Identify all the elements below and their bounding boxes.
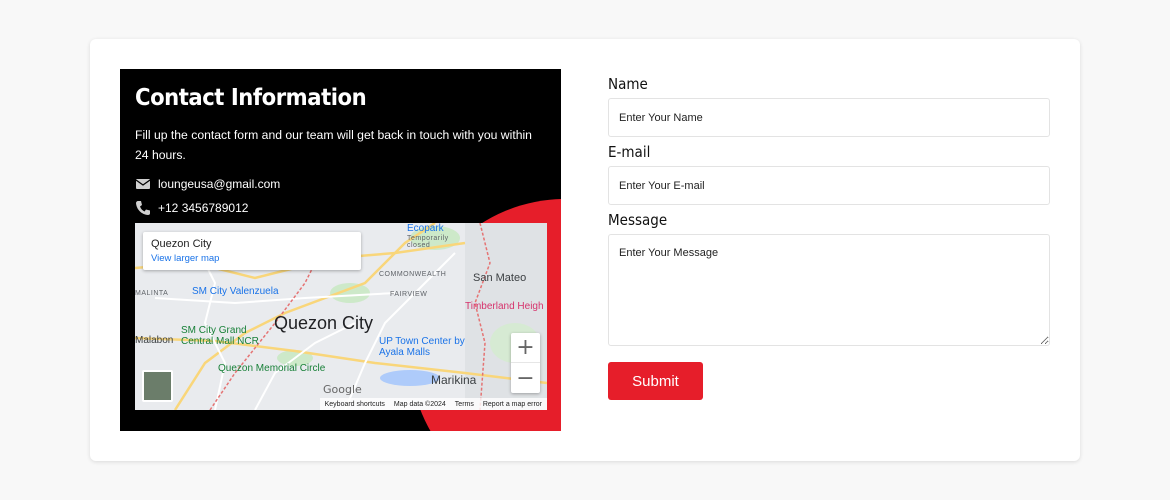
email-label: E-mail — [608, 143, 651, 161]
report-map-error-link[interactable]: Report a map error — [483, 401, 542, 408]
map-label-fairview: FAIRVIEW — [390, 291, 428, 298]
map-label-quezon-city: Quezon City — [274, 313, 374, 333]
map-attribution-bar: Keyboard shortcuts Map data ©2024 Terms … — [319, 398, 547, 410]
keyboard-shortcuts-link[interactable]: Keyboard shortcuts — [325, 401, 385, 408]
contact-form: Name E-mail Message Submit — [608, 75, 1050, 400]
map-label-ecopark-status: Temporarily closed — [407, 235, 449, 249]
contact-info-description: Fill up the contact form and our team wi… — [135, 128, 532, 162]
map-label-marikina: Marikina — [431, 373, 477, 387]
map-label-ecopark: Ecopark — [407, 223, 444, 234]
name-label: Name — [608, 75, 648, 93]
map-label-commonwealth: COMMONWEALTH — [379, 271, 447, 278]
email-row[interactable]: loungeusa@gmail.com — [135, 176, 280, 192]
contact-phone: +12 3456789012 — [158, 201, 249, 215]
map-label-quezon-memorial: Quezon Memorial Circle — [218, 363, 326, 374]
google-logo: Google — [323, 383, 362, 396]
map-place-card: Quezon City View larger map — [143, 232, 361, 270]
map-label-malabon: Malabon — [135, 335, 174, 346]
phone-row[interactable]: +12 3456789012 — [135, 200, 248, 216]
map-label-timberland: Timberland Heigh — [465, 301, 544, 312]
map-label-malinta: MALINTA — [135, 290, 169, 297]
message-label: Message — [608, 211, 668, 229]
contact-card: Contact Information Fill up the contact … — [90, 39, 1080, 461]
map-place-name: Quezon City — [151, 238, 212, 250]
view-larger-map-link[interactable]: View larger map — [151, 253, 353, 264]
map-layer-thumbnail[interactable] — [142, 370, 173, 402]
map-label-sm-grand-central: SM City Grand Central Mall NCR — [181, 325, 259, 347]
phone-icon — [135, 200, 151, 216]
name-input[interactable] — [608, 98, 1050, 137]
map-label-sm-valenzuela: SM City Valenzuela — [192, 286, 279, 297]
contact-email: loungeusa@gmail.com — [158, 177, 281, 191]
email-input[interactable] — [608, 166, 1050, 205]
embedded-map[interactable]: Quezon City View larger map Quezon City … — [135, 223, 547, 410]
envelope-icon — [135, 176, 151, 192]
zoom-out-button[interactable]: − — [511, 363, 540, 393]
map-zoom-control: + − — [511, 333, 540, 393]
contact-info-title: Contact Information — [135, 85, 367, 111]
zoom-in-button[interactable]: + — [511, 333, 540, 363]
map-data-credit: Map data ©2024 — [393, 400, 446, 408]
map-label-up-town: UP Town Center by Ayala Malls — [379, 336, 465, 358]
submit-button[interactable]: Submit — [608, 362, 703, 400]
message-textarea[interactable] — [608, 234, 1050, 346]
map-label-san-mateo: San Mateo — [473, 272, 527, 284]
contact-info-panel: Contact Information Fill up the contact … — [120, 69, 561, 431]
terms-link[interactable]: Terms — [455, 401, 474, 408]
